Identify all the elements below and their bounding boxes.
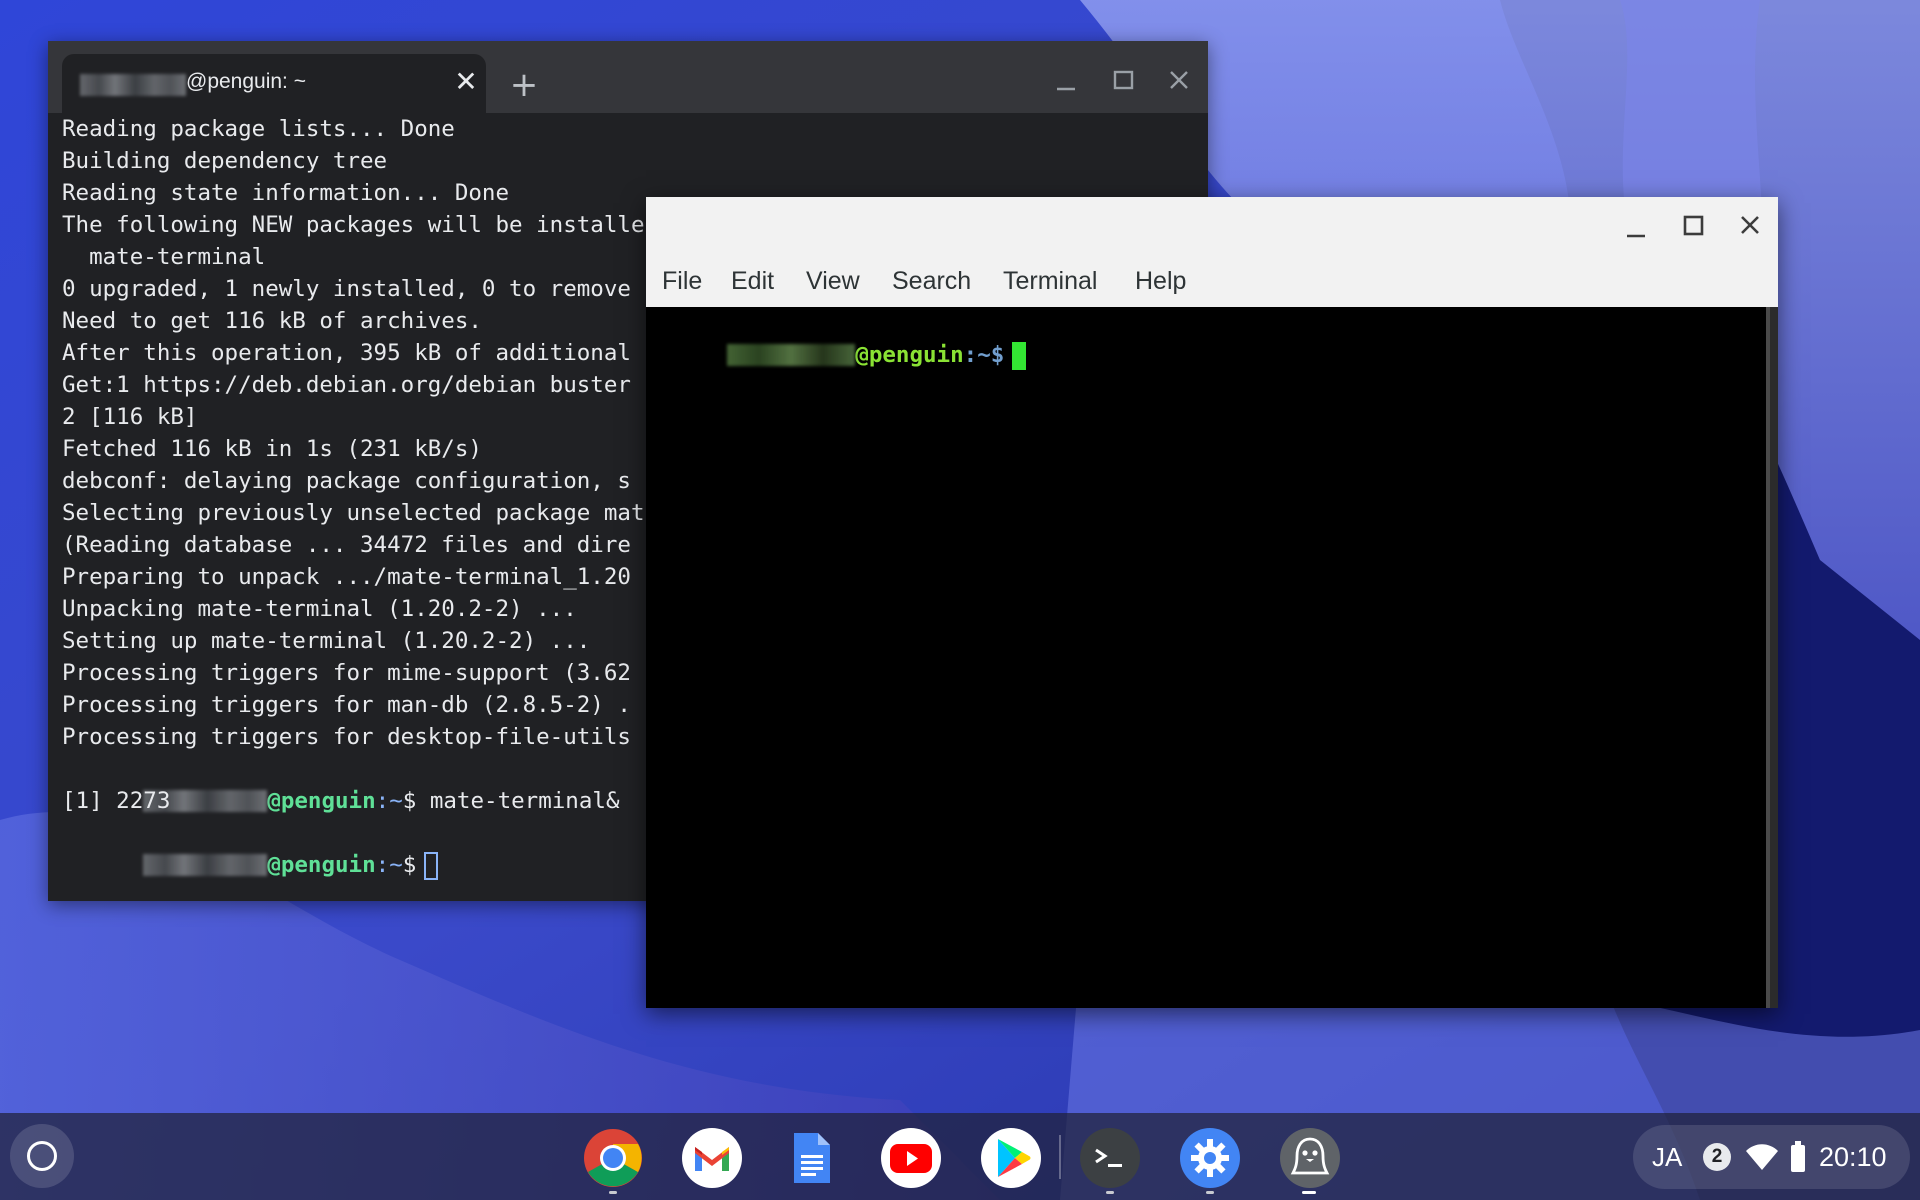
mate-terminal-window: File Edit View Search Terminal Help @pen… [646,197,1778,1008]
close-icon[interactable] [1161,63,1197,99]
terminal-line: mate-terminal [62,244,266,270]
terminal-line: Reading package lists... Done [62,116,455,142]
prompt-symbol: $ [402,788,417,814]
chrome-icon[interactable] [582,1127,644,1189]
menu-help[interactable]: Help [1135,263,1186,299]
terminal-line: Preparing to unpack .../mate-terminal_1.… [62,564,631,590]
terminal-line: Processing triggers for desktop-file-uti… [62,724,631,750]
terminal-tab[interactable]: @penguin: ~ ✕ [62,54,486,113]
menu-edit[interactable]: Edit [731,263,774,299]
menu-view[interactable]: View [806,263,860,299]
minimize-icon[interactable] [1048,63,1084,99]
linux-penguin-icon[interactable] [1279,1127,1341,1189]
terminal-prompt-line: @penguin:~$ [62,817,439,880]
launcher-button[interactable] [10,1124,74,1188]
running-indicator [1106,1191,1114,1194]
running-indicator [1206,1191,1214,1194]
terminal-line: Unpacking mate-terminal (1.20.2-2) ... [62,596,577,622]
terminal-line: Setting up mate-terminal (1.20.2-2) ... [62,628,591,654]
terminal-prompt-line: @penguin:~$ mate-terminal& [62,753,620,814]
scrollbar[interactable] [1766,307,1778,1008]
launcher-ring-icon [27,1141,57,1171]
mate-terminal-output[interactable]: @penguin:~$ [646,307,1766,1008]
terminal-line: Processing triggers for mime-support (3.… [62,660,631,686]
menu-terminal[interactable]: Terminal [1003,263,1097,299]
redacted-username [727,344,856,366]
terminal-line: (Reading database ... 34472 files and di… [62,532,631,558]
terminal-tab-strip: @penguin: ~ ✕ + [48,41,1208,113]
text-cursor [1012,341,1027,370]
youtube-icon[interactable] [880,1127,942,1189]
mate-prompt-line: @penguin:~$ [646,307,1027,370]
mate-menubar: File Edit View Search Terminal Help [646,255,1778,307]
terminal-line: After this operation, 395 kB of addition… [62,340,631,366]
terminal-line: The following NEW packages will be insta… [62,212,645,238]
prompt-path: :~ [963,342,991,368]
prompt-symbol: $ [990,342,1005,368]
terminal-line: Selecting previously unselected package … [62,500,645,526]
typed-command: mate-terminal& [429,788,620,814]
prompt-host: @penguin [267,852,376,878]
menu-search[interactable]: Search [892,263,971,299]
tab-close-icon[interactable]: ✕ [452,68,480,96]
terminal-line: Need to get 116 kB of archives. [62,308,482,334]
play-store-icon[interactable] [980,1127,1042,1189]
docs-icon[interactable] [780,1127,842,1189]
terminal-line: Get:1 https://deb.debian.org/debian bust… [62,372,631,398]
battery-icon [1791,1141,1805,1172]
prompt-host: @penguin [855,342,964,368]
menu-file[interactable]: File [662,263,702,299]
redacted-username [143,854,268,876]
terminal-line: Processing triggers for man-db (2.8.5-2)… [62,692,631,718]
mate-titlebar[interactable] [646,197,1778,255]
settings-icon[interactable] [1179,1127,1241,1189]
terminal-line: Fetched 116 kB in 1s (231 kB/s) [62,436,482,462]
terminal-icon[interactable] [1079,1127,1141,1189]
wifi-icon [1746,1144,1778,1170]
tab-title: @penguin: ~ [186,70,306,93]
gmail-icon[interactable] [681,1127,743,1189]
terminal-line: 0 upgraded, 1 newly installed, 0 to remo… [62,276,631,302]
close-icon[interactable] [1732,208,1768,244]
clock[interactable]: 20:10 [1819,1140,1887,1174]
maximize-icon[interactable] [1105,63,1141,99]
prompt-path: :~ [375,788,403,814]
prompt-path: :~ [375,852,403,878]
new-tab-icon[interactable]: + [504,65,544,105]
maximize-icon[interactable] [1675,208,1711,244]
job-output: [1] 2273 [62,788,171,814]
ime-indicator[interactable]: JA [1652,1140,1682,1174]
redacted-username [80,74,186,96]
prompt-host: @penguin [267,788,376,814]
prompt-symbol: $ [402,852,417,878]
minimize-icon[interactable] [1618,208,1654,244]
terminal-line: 2 [116 kB] [62,404,198,430]
shelf: JA 2 20:10 [0,1113,1920,1200]
shelf-separator [1059,1135,1061,1179]
running-indicator [609,1191,617,1194]
running-indicator [1302,1191,1316,1194]
terminal-line: Reading state information... Done [62,180,510,206]
terminal-line: debconf: delaying package configuration,… [62,468,631,494]
status-tray[interactable]: JA 2 20:10 [1633,1125,1910,1189]
notification-count-badge[interactable]: 2 [1703,1143,1731,1171]
text-cursor [424,851,439,880]
terminal-line: Building dependency tree [62,148,388,174]
